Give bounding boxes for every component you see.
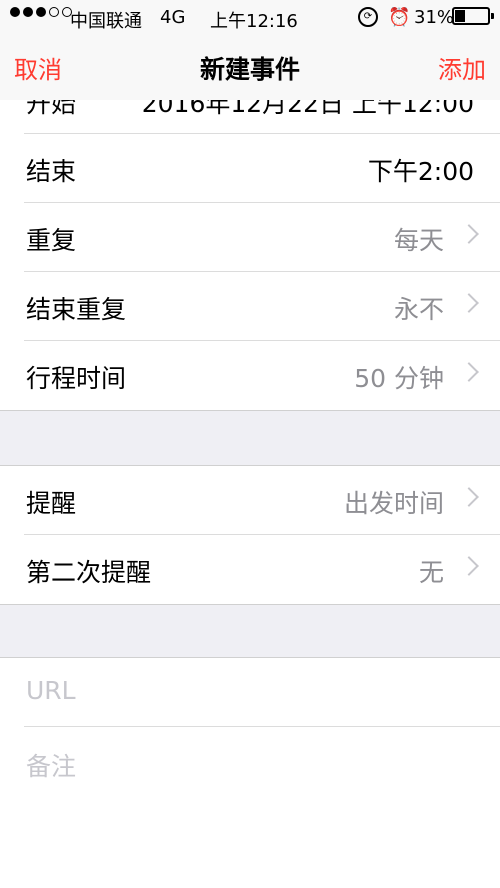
end-label: 结束 <box>26 157 77 186</box>
chevron-right-icon <box>459 224 479 244</box>
travel-time-row[interactable]: 行程时间 50 分钟 <box>0 341 500 410</box>
alert-row[interactable]: 提醒 出发时间 <box>0 466 500 535</box>
signal-dot <box>36 7 46 17</box>
repeat-value: 每天 <box>393 226 444 255</box>
start-row[interactable]: 开始 2016年12月22日 上午12:00 <box>0 100 500 134</box>
end-row[interactable]: 结束 下午2:00 <box>0 134 500 203</box>
page-title: 新建事件 <box>199 55 300 84</box>
end-value: 下午2:00 <box>367 157 474 186</box>
second-alert-value: 无 <box>418 558 444 587</box>
section-gap <box>0 604 500 658</box>
chevron-right-icon <box>459 293 479 313</box>
battery-percentage: 31% <box>414 7 455 28</box>
signal-dot <box>10 7 20 17</box>
status-bar: 中国联通 4G 上午12:16 ⟳ ⏰ 31% <box>0 0 500 36</box>
signal-strength-icon <box>10 7 72 17</box>
chevron-right-icon <box>459 487 479 507</box>
carrier-name: 中国联通 <box>70 11 142 32</box>
rotation-lock-icon: ⟳ <box>358 7 378 27</box>
network-type: 4G <box>160 7 186 28</box>
alert-value: 出发时间 <box>343 489 444 518</box>
notes-field[interactable]: 备注 <box>0 727 500 888</box>
travel-time-label: 行程时间 <box>26 364 127 393</box>
signal-dot <box>23 7 33 17</box>
add-button[interactable]: 添加 <box>438 50 486 85</box>
chevron-right-icon <box>459 556 479 576</box>
navigation-bar: 取消 新建事件 添加 <box>0 36 500 100</box>
battery-fill <box>455 10 465 22</box>
repeat-label: 重复 <box>26 226 77 255</box>
chevron-right-icon <box>459 362 479 382</box>
start-value: 2016年12月22日 上午12:00 <box>141 100 474 118</box>
url-placeholder: URL <box>26 676 76 705</box>
alert-label: 提醒 <box>26 489 77 518</box>
travel-time-value: 50 分钟 <box>354 364 444 393</box>
url-field[interactable]: URL <box>0 658 500 727</box>
battery-icon <box>452 7 494 25</box>
second-alert-row[interactable]: 第二次提醒 无 <box>0 535 500 604</box>
second-alert-label: 第二次提醒 <box>26 558 152 587</box>
start-label: 开始 <box>26 100 77 118</box>
signal-dot <box>49 7 59 17</box>
repeat-row[interactable]: 重复 每天 <box>0 203 500 272</box>
end-repeat-value: 永不 <box>393 295 444 324</box>
battery-nub <box>491 13 494 19</box>
alarm-icon: ⏰ <box>388 7 411 28</box>
end-repeat-row[interactable]: 结束重复 永不 <box>0 272 500 341</box>
notes-placeholder: 备注 <box>26 752 77 781</box>
section-gap <box>0 410 500 466</box>
status-time: 上午12:16 <box>210 11 298 32</box>
end-repeat-label: 结束重复 <box>26 295 127 324</box>
